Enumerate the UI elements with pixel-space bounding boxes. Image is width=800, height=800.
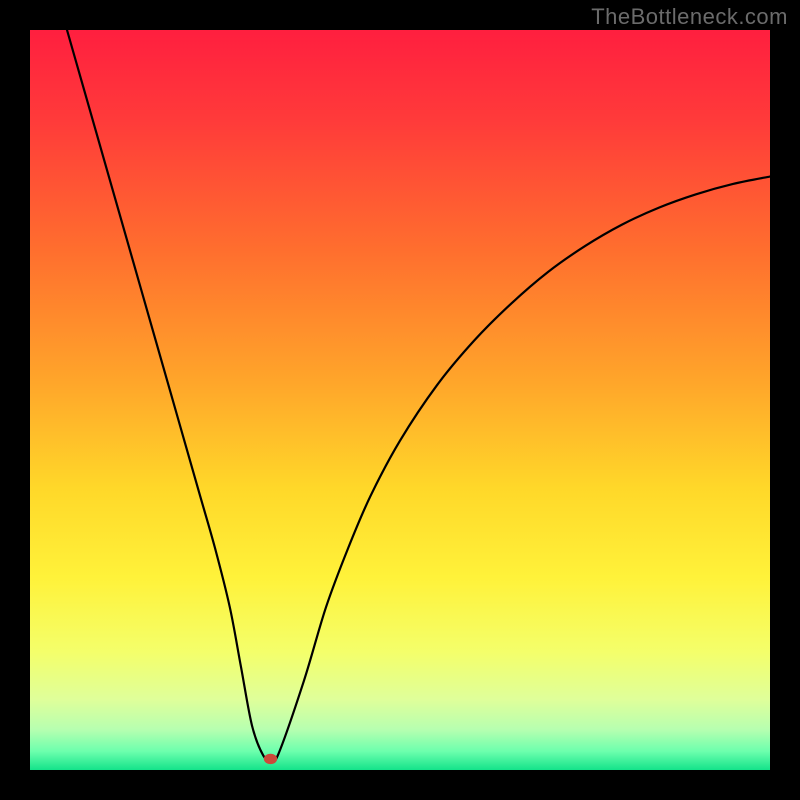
watermark-text: TheBottleneck.com <box>591 4 788 30</box>
bottleneck-chart <box>30 30 770 770</box>
chart-frame: TheBottleneck.com <box>0 0 800 800</box>
gradient-background <box>30 30 770 770</box>
plot-area <box>30 30 770 770</box>
minimum-marker <box>264 754 277 764</box>
